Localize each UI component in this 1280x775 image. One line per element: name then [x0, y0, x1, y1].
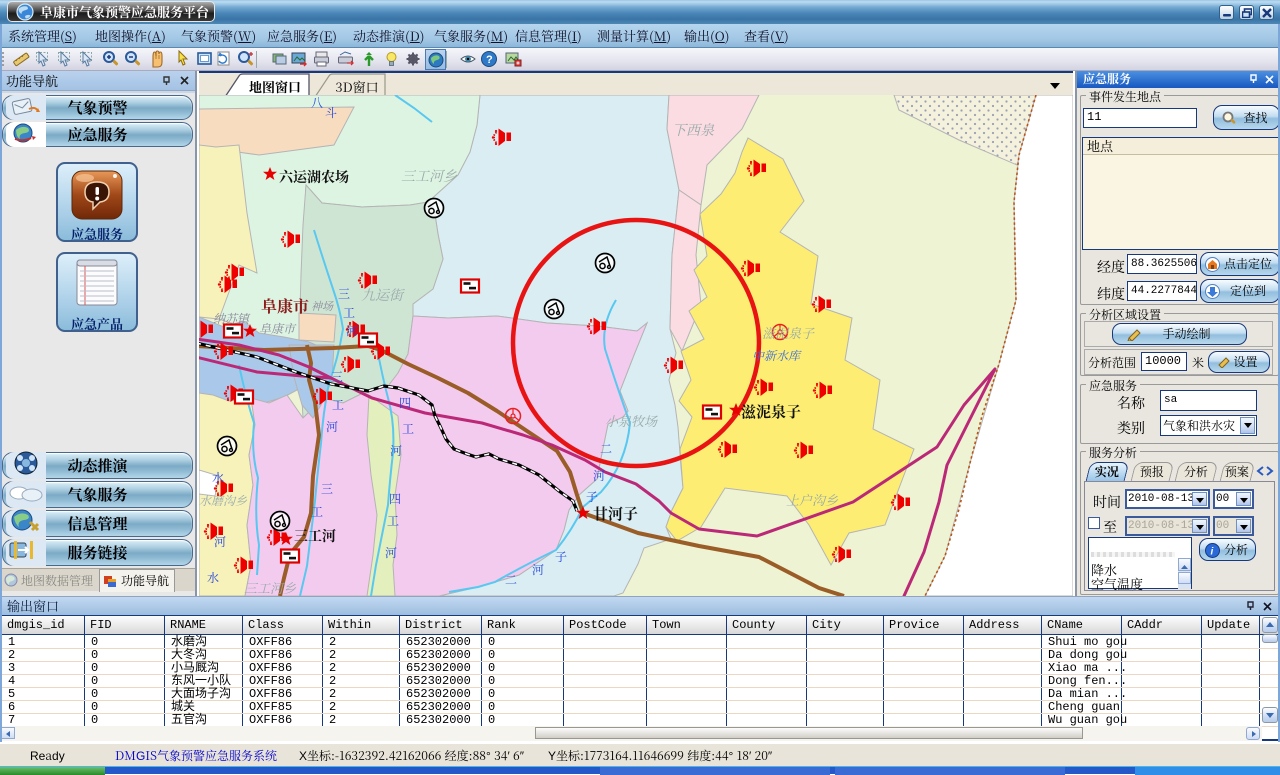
svg-text:上户沟乡: 上户沟乡 [786, 490, 839, 509]
svg-text:工: 工 [311, 503, 323, 520]
svg-text:三: 三 [321, 480, 333, 497]
svg-text:滋泥泉子: 滋泥泉子 [762, 323, 815, 342]
svg-text:九运街: 九运街 [361, 285, 405, 305]
svg-text:八: 八 [311, 95, 323, 111]
svg-text:工: 工 [387, 512, 399, 529]
svg-text:工: 工 [332, 396, 344, 413]
svg-text:四: 四 [389, 490, 401, 507]
svg-text:水: 水 [212, 469, 224, 486]
svg-text:纳苏镇: 纳苏镇 [213, 310, 251, 327]
svg-text:三工河: 三工河 [294, 526, 336, 546]
svg-text:下西泉: 下西泉 [672, 120, 715, 140]
svg-text:神场: 神场 [311, 298, 334, 314]
svg-text:阜康市: 阜康市 [259, 320, 297, 337]
svg-text:水: 水 [207, 569, 219, 586]
svg-text:六运湖农场: 六运湖农场 [279, 167, 349, 187]
svg-text:水磨沟乡: 水磨沟乡 [199, 492, 248, 509]
svg-text:三: 三 [331, 368, 343, 385]
svg-text:河: 河 [390, 442, 402, 459]
svg-text:河: 河 [532, 561, 544, 578]
svg-text:i: i [1211, 543, 1214, 558]
svg-text:甘河子: 甘河子 [593, 503, 638, 524]
svg-text:工: 工 [402, 420, 414, 437]
svg-text:?: ? [486, 51, 493, 67]
svg-text:阜康市: 阜康市 [261, 294, 309, 317]
svg-text:三: 三 [338, 285, 350, 302]
svg-text:二: 二 [505, 571, 517, 588]
svg-text:斗: 斗 [325, 104, 337, 121]
svg-text:河: 河 [385, 544, 397, 561]
svg-text:四: 四 [399, 394, 411, 411]
svg-text:河: 河 [593, 467, 605, 484]
svg-text:河: 河 [326, 418, 338, 435]
svg-text:三工河乡: 三工河乡 [244, 578, 297, 596]
svg-text:河: 河 [214, 533, 226, 550]
svg-text:三工河乡: 三工河乡 [401, 166, 458, 186]
svg-text:二: 二 [600, 440, 612, 457]
svg-text:中新水库: 中新水库 [752, 347, 802, 364]
svg-text:子: 子 [586, 488, 598, 505]
svg-text:河: 河 [346, 322, 358, 339]
svg-text:滋泥泉子: 滋泥泉子 [741, 401, 801, 422]
svg-text:工: 工 [343, 304, 355, 321]
svg-text:子: 子 [555, 548, 567, 565]
svg-text:小泉牧场: 小泉牧场 [605, 411, 658, 430]
